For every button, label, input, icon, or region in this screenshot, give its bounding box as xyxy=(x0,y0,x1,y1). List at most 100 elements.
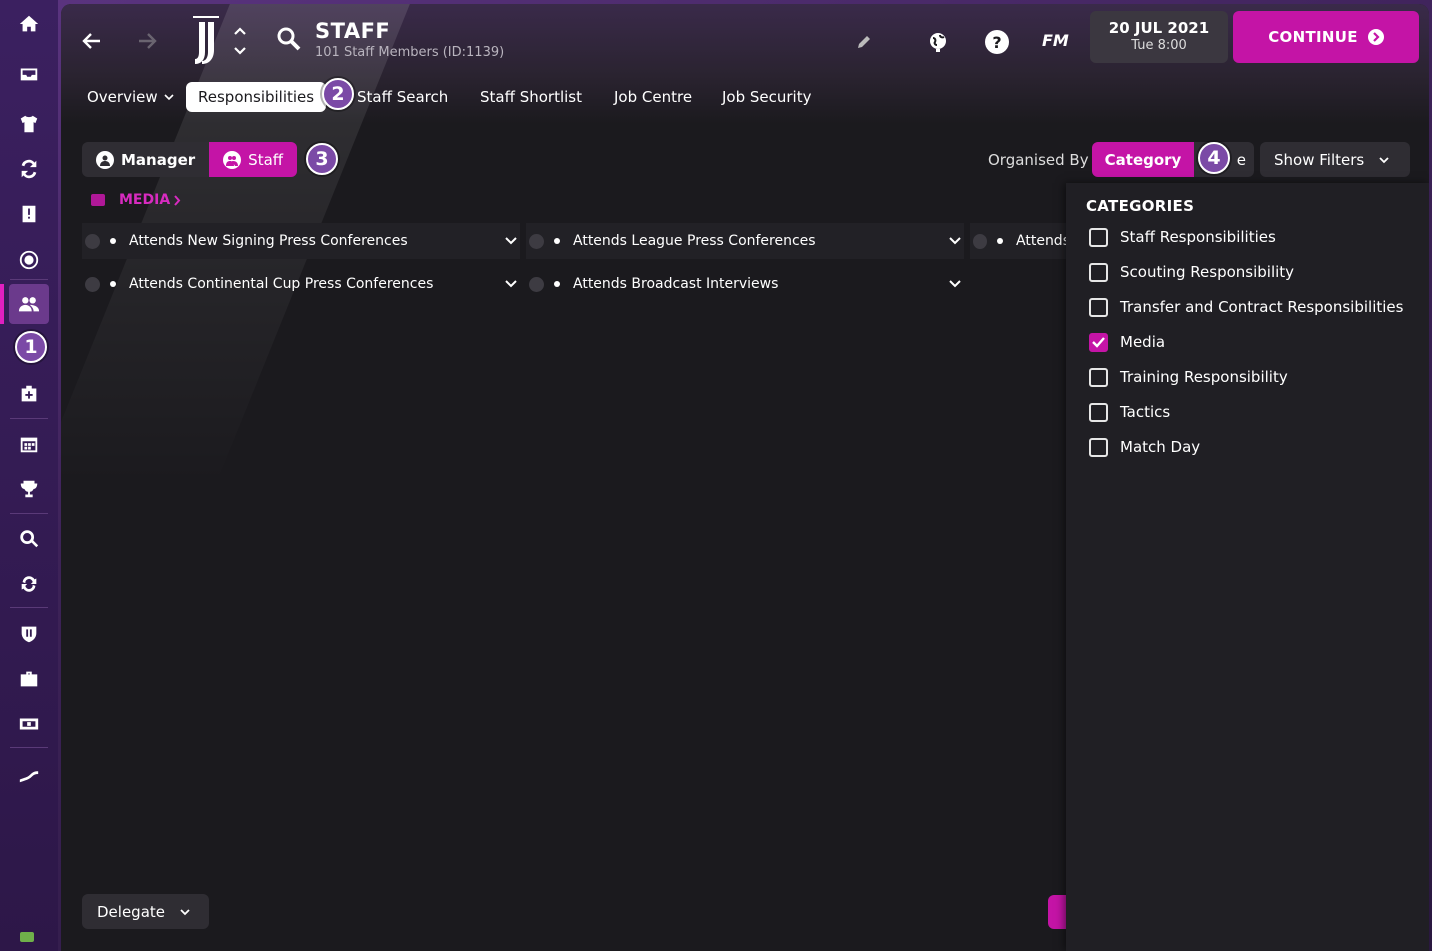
tab-staff-search[interactable]: Staff Search xyxy=(357,82,448,112)
world-globe-icon[interactable] xyxy=(924,28,952,56)
responsibility-row[interactable]: Attends Continental Cup Press Conference… xyxy=(82,266,520,302)
manager-staff-toggle: Manager Staff xyxy=(82,142,298,177)
bullet-icon xyxy=(554,281,560,287)
checkbox-icon[interactable] xyxy=(1089,297,1108,317)
manager-toggle-label: Manager xyxy=(121,150,196,169)
manager-toggle-button[interactable]: Manager xyxy=(82,142,210,177)
calendar-icon[interactable] xyxy=(9,424,49,464)
manager-person-icon xyxy=(96,150,114,169)
category-option-label: Staff Responsibilities xyxy=(1120,228,1276,246)
help-question-icon[interactable]: ? xyxy=(983,28,1011,56)
page-subtitle: 101 Staff Members (ID:1139) xyxy=(315,45,505,60)
development-briefcase-icon[interactable] xyxy=(9,659,49,699)
finances-money-icon[interactable] xyxy=(9,704,49,744)
club-crest-icon[interactable] xyxy=(191,12,221,68)
status-check-icon xyxy=(529,233,544,249)
status-indicator-icon xyxy=(20,932,34,942)
show-filters-button[interactable]: Show Filters xyxy=(1260,142,1410,177)
responsibility-label: Attends League Press Conferences xyxy=(573,233,816,249)
category-option[interactable]: Staff Responsibilities xyxy=(1089,225,1276,249)
checkbox-icon[interactable] xyxy=(1089,367,1108,387)
chevron-right-icon xyxy=(174,194,181,206)
staff-toggle-label: Staff xyxy=(248,150,284,169)
chevron-down-icon[interactable] xyxy=(948,277,962,291)
media-section-header[interactable]: MEDIA xyxy=(91,192,182,208)
club-switch-chevrons-icon[interactable] xyxy=(232,24,248,58)
bullet-icon xyxy=(110,281,116,287)
category-option-label: Transfer and Contract Responsibilities xyxy=(1120,298,1404,316)
checkbox-icon[interactable] xyxy=(1089,262,1108,282)
staff-icon[interactable] xyxy=(0,284,49,324)
annotation-badge-1: 1 xyxy=(15,331,47,363)
trophy-icon[interactable] xyxy=(9,469,49,509)
search-icon[interactable] xyxy=(276,26,302,52)
home-icon[interactable] xyxy=(9,4,49,44)
staff-toggle-button[interactable]: Staff xyxy=(209,142,298,177)
responsibility-label: Attends New Signing Press Conferences xyxy=(129,233,408,249)
edit-pencil-icon[interactable] xyxy=(850,28,878,56)
squad-shirt-icon[interactable] xyxy=(9,104,49,144)
category-option[interactable]: Match Day xyxy=(1089,435,1200,459)
checkmark-icon xyxy=(1092,336,1105,348)
responsibility-label: Attends Broadcast Interviews xyxy=(573,276,779,292)
checkbox-icon[interactable] xyxy=(1089,227,1108,247)
fm-logo[interactable]: FM xyxy=(1042,31,1069,50)
category-option[interactable]: Training Responsibility xyxy=(1089,365,1288,389)
tab-job-centre[interactable]: Job Centre xyxy=(614,82,692,112)
responsibility-row[interactable]: Attends xyxy=(970,223,1070,259)
continue-button[interactable]: CONTINUE xyxy=(1233,11,1419,63)
bullet-icon xyxy=(997,238,1004,244)
dynamics-icon[interactable] xyxy=(9,240,49,280)
tab-responsibilities[interactable]: Responsibilities xyxy=(186,82,327,112)
page-title: STAFF xyxy=(315,19,391,43)
sidebar-divider xyxy=(10,279,48,280)
scouting-search-icon[interactable] xyxy=(9,519,49,559)
checkbox-icon[interactable] xyxy=(1089,402,1108,422)
svg-text:?: ? xyxy=(992,33,1001,52)
chevron-down-icon[interactable] xyxy=(504,234,518,248)
delegate-label: Delegate xyxy=(97,902,165,921)
chevron-down-icon xyxy=(180,908,190,915)
stats-graph-icon[interactable] xyxy=(9,754,49,794)
tab-staff-shortlist[interactable]: Staff Shortlist xyxy=(480,82,582,112)
delegate-button[interactable]: Delegate xyxy=(82,894,209,929)
medical-icon[interactable] xyxy=(9,374,49,414)
tactics-icon[interactable] xyxy=(9,149,49,189)
transfers-icon[interactable] xyxy=(9,564,49,604)
team-report-icon[interactable] xyxy=(9,194,49,234)
responsibility-label: Attends xyxy=(1016,233,1070,249)
organised-by-label: Organised By xyxy=(988,151,1089,169)
tab-overview[interactable]: Overview xyxy=(87,82,175,112)
status-check-icon xyxy=(85,276,100,292)
sidebar-divider xyxy=(10,747,48,748)
checkbox-icon[interactable] xyxy=(1089,437,1108,457)
category-organise-button[interactable]: Category xyxy=(1092,142,1194,177)
category-option[interactable]: Media xyxy=(1089,330,1165,354)
responsibility-label: Attends Continental Cup Press Conference… xyxy=(129,276,434,292)
responsibility-row[interactable]: Attends League Press Conferences xyxy=(526,223,964,259)
checkbox-checked-icon[interactable] xyxy=(1089,332,1108,352)
responsibility-row[interactable]: Attends Broadcast Interviews xyxy=(526,266,964,302)
categories-title: CATEGORIES xyxy=(1086,197,1195,215)
sidebar xyxy=(0,0,58,951)
forward-arrow-icon[interactable] xyxy=(132,26,162,56)
responsibility-row[interactable]: Attends New Signing Press Conferences xyxy=(82,223,520,259)
bullet-icon xyxy=(554,238,560,244)
media-category-icon xyxy=(91,194,105,206)
chevron-down-icon[interactable] xyxy=(948,234,962,248)
category-option[interactable]: Tactics xyxy=(1089,400,1170,424)
continue-label: CONTINUE xyxy=(1268,28,1358,46)
category-option[interactable]: Scouting Responsibility xyxy=(1089,260,1294,284)
continue-arrow-icon xyxy=(1367,29,1384,45)
obscured-action-button[interactable] xyxy=(1048,895,1068,929)
category-option[interactable]: Transfer and Contract Responsibilities xyxy=(1089,295,1403,319)
back-arrow-icon[interactable] xyxy=(77,26,107,56)
sidebar-divider xyxy=(10,418,48,419)
club-vision-shield-icon[interactable] xyxy=(9,614,49,654)
media-section-label: MEDIA xyxy=(119,192,171,208)
date-display[interactable]: 20 JUL 2021 Tue 8:00 xyxy=(1090,11,1228,63)
tab-job-security[interactable]: Job Security xyxy=(722,82,812,112)
status-check-icon xyxy=(529,276,544,292)
inbox-icon[interactable] xyxy=(9,54,49,94)
chevron-down-icon[interactable] xyxy=(504,277,518,291)
